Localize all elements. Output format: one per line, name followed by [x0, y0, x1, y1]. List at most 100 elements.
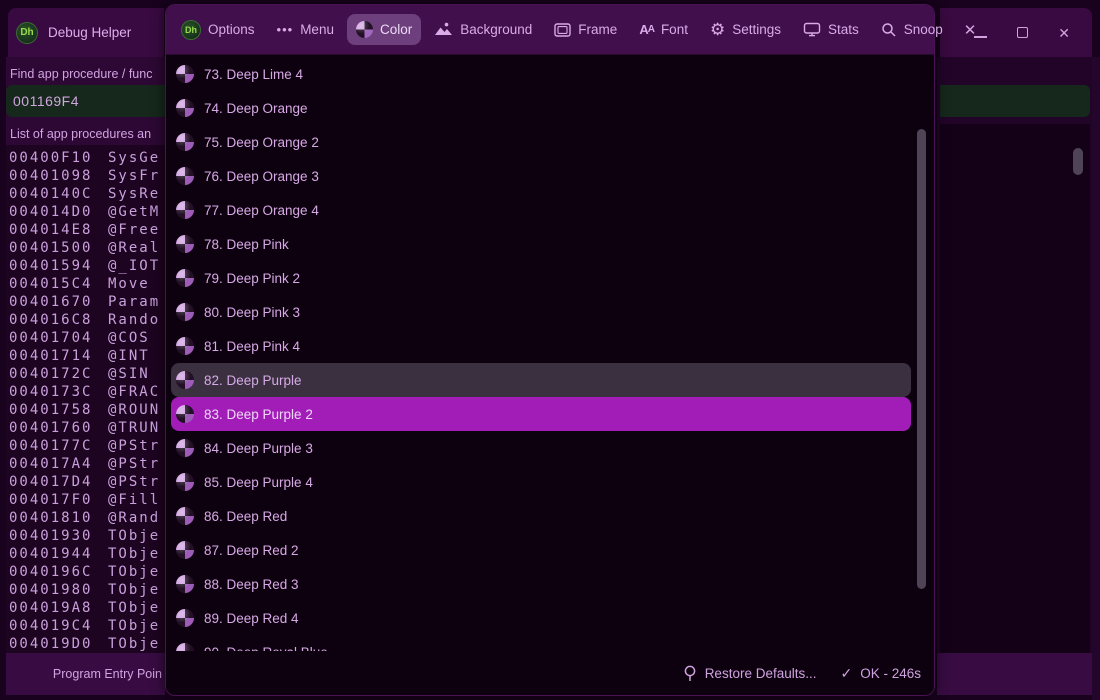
close-dialog-button[interactable]: ✕ — [956, 15, 985, 45]
procedure-row[interactable]: 004017D4@PStr — [9, 473, 165, 491]
procedure-name: @Real — [108, 239, 160, 257]
procedure-name: Param — [108, 293, 160, 311]
toolbar-item-color[interactable]: Color — [347, 14, 421, 45]
color-list-item[interactable]: 85. Deep Purple 4 — [171, 465, 911, 499]
color-item-label: 84. Deep Purple 3 — [204, 441, 313, 456]
color-list-item[interactable]: 87. Deep Red 2 — [171, 533, 911, 567]
procedure-row[interactable]: 0040196CTObje — [9, 563, 165, 581]
procedure-address: 004019C4 — [9, 617, 108, 635]
procedure-row[interactable]: 004014E8@Free — [9, 221, 165, 239]
color-item-label: 89. Deep Red 4 — [204, 611, 299, 626]
procedure-address: 00400F10 — [9, 149, 108, 167]
procedure-address: 00401980 — [9, 581, 108, 599]
color-item-label: 74. Deep Orange — [204, 101, 308, 116]
procedure-address: 004014D0 — [9, 203, 108, 221]
color-list-item[interactable]: 75. Deep Orange 2 — [171, 125, 911, 159]
color-list-item[interactable]: 80. Deep Pink 3 — [171, 295, 911, 329]
find-input-continuation[interactable] — [940, 85, 1090, 117]
procedure-row[interactable]: 00401980TObje — [9, 581, 165, 599]
color-list-item[interactable]: 84. Deep Purple 3 — [171, 431, 911, 465]
monitor-icon — [803, 22, 821, 37]
procedure-address: 004019D0 — [9, 635, 108, 653]
color-list-item[interactable]: 74. Deep Orange — [171, 91, 911, 125]
procedure-row[interactable]: 004016C8Rando — [9, 311, 165, 329]
color-list-item[interactable]: 79. Deep Pink 2 — [171, 261, 911, 295]
toolbar-item-settings[interactable]: ⚙ Settings — [701, 14, 790, 45]
color-list-item[interactable]: 77. Deep Orange 4 — [171, 193, 911, 227]
procedure-row[interactable]: 004019C4TObje — [9, 617, 165, 635]
procedure-row[interactable]: 00401704@COS — [9, 329, 165, 347]
procedure-row[interactable]: 004019D0TObje — [9, 635, 165, 653]
procedure-row[interactable]: 0040177C@PStr — [9, 437, 165, 455]
procedure-name: @Rand — [108, 509, 160, 527]
maximize-button[interactable] — [1017, 26, 1028, 40]
toolbar-item-background[interactable]: Background — [425, 15, 541, 44]
procedure-row[interactable]: 00401098SysFr — [9, 167, 165, 185]
frame-icon — [554, 23, 571, 37]
color-swatch-icon — [176, 65, 194, 83]
procedure-row[interactable]: 00401500@Real — [9, 239, 165, 257]
toolbar-item-options[interactable]: Dh Options — [172, 13, 264, 47]
procedure-row[interactable]: 004017A4@PStr — [9, 455, 165, 473]
procedure-row[interactable]: 0040173C@FRAC — [9, 383, 165, 401]
color-item-label: 83. Deep Purple 2 — [204, 407, 313, 422]
procedure-row[interactable]: 00401760@TRUN — [9, 419, 165, 437]
procedure-name: TObje — [108, 617, 160, 635]
procedure-row[interactable]: 004015C4Move — [9, 275, 165, 293]
procedure-row[interactable]: 00401670Param — [9, 293, 165, 311]
color-list-item[interactable]: 76. Deep Orange 3 — [171, 159, 911, 193]
procedure-row[interactable]: 0040140CSysRe — [9, 185, 165, 203]
toolbar-label: Background — [460, 22, 532, 37]
procedure-name: TObje — [108, 635, 160, 653]
procedure-row[interactable]: 00401810@Rand — [9, 509, 165, 527]
color-list-item[interactable]: 78. Deep Pink — [171, 227, 911, 261]
toolbar-label: Menu — [300, 22, 334, 37]
procedure-name: TObje — [108, 599, 160, 617]
procedure-name: @SIN — [108, 365, 150, 383]
toolbar-item-frame[interactable]: Frame — [545, 15, 626, 44]
procedure-address: 00401098 — [9, 167, 108, 185]
procedure-row[interactable]: 00401758@ROUN — [9, 401, 165, 419]
color-list-item[interactable]: 81. Deep Pink 4 — [171, 329, 911, 363]
find-procedure-input[interactable]: 001169F4 — [6, 85, 165, 117]
procedure-name: TObje — [108, 545, 160, 563]
procedure-row[interactable]: 00401714@INT — [9, 347, 165, 365]
procedure-row[interactable]: 0040172C@SIN — [9, 365, 165, 383]
procedures-panel: Find app procedure / func 001169F4 List … — [6, 57, 165, 695]
procedures-list[interactable]: 00400F10SysGe00401098SysFr0040140CSysRe0… — [6, 145, 165, 656]
ok-button[interactable]: ✓ OK - 246s — [840, 665, 921, 682]
color-swatch-icon — [176, 507, 194, 525]
color-list-item[interactable]: 83. Deep Purple 2 — [171, 397, 911, 431]
toolbar-item-font[interactable]: AA Font — [630, 15, 697, 44]
close-window-button[interactable]: ✕ — [1058, 26, 1070, 40]
procedure-row[interactable]: 00401594@_IOT — [9, 257, 165, 275]
toolbar-item-stats[interactable]: Stats — [794, 15, 868, 44]
color-swatch-icon — [176, 473, 194, 491]
procedure-address: 004019A8 — [9, 599, 108, 617]
procedure-row[interactable]: 00400F10SysGe — [9, 149, 165, 167]
background-scrollbar[interactable] — [1073, 148, 1083, 175]
color-list-item[interactable]: 89. Deep Red 4 — [171, 601, 911, 635]
window-right-border — [1092, 57, 1100, 700]
color-list-item[interactable]: 86. Deep Red — [171, 499, 911, 533]
toolbar-label: Stats — [828, 22, 859, 37]
background-window-right — [937, 57, 1092, 695]
procedure-row[interactable]: 00401930TObje — [9, 527, 165, 545]
color-list-item[interactable]: 73. Deep Lime 4 — [171, 57, 911, 91]
color-list-item[interactable]: 82. Deep Purple — [171, 363, 911, 397]
procedure-address: 00401714 — [9, 347, 108, 365]
color-list-scrollbar[interactable] — [917, 129, 926, 589]
color-list-item[interactable]: 88. Deep Red 3 — [171, 567, 911, 601]
toolbar-item-menu[interactable]: ••• Menu — [268, 15, 343, 44]
procedure-name: @INT — [108, 347, 150, 365]
color-swatch-icon — [176, 99, 194, 117]
procedure-row[interactable]: 004014D0@GetM — [9, 203, 165, 221]
font-icon: AA — [639, 22, 654, 37]
procedure-address: 004017A4 — [9, 455, 108, 473]
color-swatch-icon — [176, 235, 194, 253]
procedure-row[interactable]: 00401944TObje — [9, 545, 165, 563]
toolbar-item-snoop[interactable]: Snoop — [872, 15, 952, 45]
procedure-row[interactable]: 004017F0@Fill — [9, 491, 165, 509]
restore-defaults-button[interactable]: Restore Defaults... — [683, 665, 817, 682]
procedure-row[interactable]: 004019A8TObje — [9, 599, 165, 617]
